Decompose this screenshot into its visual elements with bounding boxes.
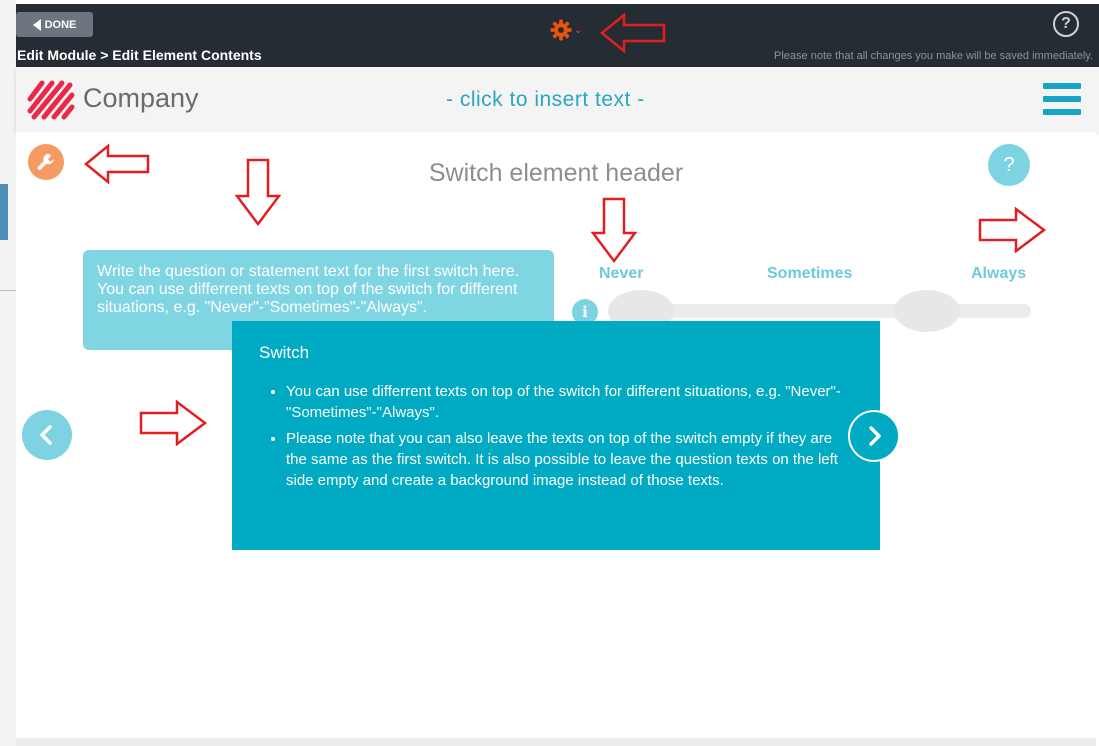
chevron-left-icon [40, 425, 52, 445]
switch-label-always[interactable]: Always [971, 265, 1026, 283]
background-page-element [0, 184, 8, 240]
element-help-button[interactable]: ? [988, 144, 1030, 186]
tooltip-bullet: Please note that you can also leave the … [286, 428, 853, 491]
done-button-label: DONE [44, 18, 77, 31]
previous-button[interactable] [22, 410, 72, 460]
tooltip-list: You can use differrent texts on top of t… [286, 381, 853, 491]
help-button[interactable]: ? [1053, 11, 1079, 37]
chevron-right-icon [869, 426, 881, 446]
background-page-strip [0, 0, 16, 746]
gear-icon [550, 19, 572, 41]
page-header: Company - click to insert text - [16, 67, 1099, 132]
hamburger-menu-icon[interactable] [1043, 83, 1081, 115]
chevron-down-icon: ⌄ [574, 24, 583, 36]
done-button[interactable]: DONE [16, 12, 93, 37]
save-notice: Please note that all changes you make wi… [774, 50, 1093, 62]
settings-menu[interactable]: ⌄ [550, 16, 590, 44]
help-tooltip: Switch You can use differrent texts on t… [232, 321, 880, 550]
switch-track[interactable] [612, 304, 1031, 318]
element-header[interactable]: Switch element header [376, 159, 736, 188]
edit-element-button[interactable] [28, 144, 64, 180]
back-triangle-icon [32, 18, 41, 31]
switch-label-never[interactable]: Never [599, 265, 643, 283]
annotation-arrow-right-icon [139, 400, 207, 446]
background-page-divider [0, 290, 16, 291]
company-name: Company [83, 83, 199, 113]
switch-label-sometimes[interactable]: Sometimes [767, 265, 852, 283]
annotation-arrow-down-icon [235, 158, 281, 226]
breadcrumb: Edit Module > Edit Element Contents [17, 47, 262, 63]
insert-text-placeholder[interactable]: - click to insert text - [446, 88, 645, 112]
tooltip-title: Switch [259, 343, 310, 362]
company-logo-icon [27, 80, 75, 120]
annotation-arrow-left-icon [600, 12, 666, 54]
bottom-border [16, 738, 1096, 746]
editor-toolbar: DONE Edit Module > Edit Element Contents [16, 4, 1099, 67]
editor-window: DONE Edit Module > Edit Element Contents [0, 0, 1099, 746]
annotation-arrow-right-icon [978, 207, 1046, 253]
next-tooltip-button[interactable] [848, 410, 900, 462]
annotation-arrow-down-icon [591, 197, 637, 263]
tooltip-bullet: You can use differrent texts on top of t… [286, 381, 853, 423]
annotation-arrow-left-icon [84, 143, 150, 185]
switch-knob[interactable] [894, 290, 960, 332]
wrench-icon [37, 153, 54, 170]
